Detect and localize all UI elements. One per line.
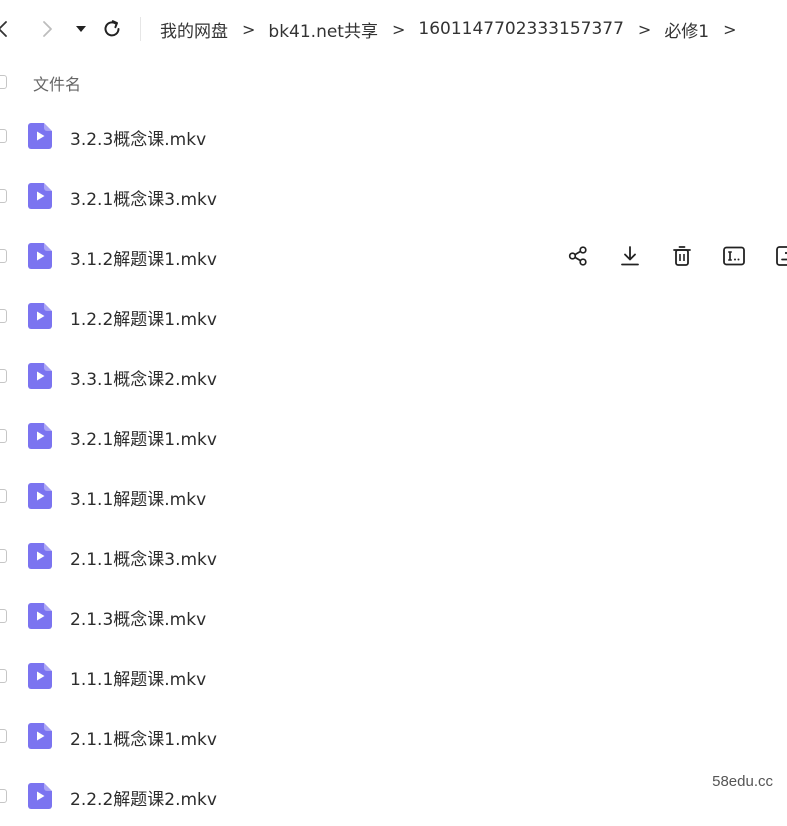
share-icon <box>568 246 587 266</box>
video-file-icon <box>28 783 52 809</box>
file-select-checkbox[interactable] <box>0 549 7 563</box>
video-file-icon <box>28 303 52 329</box>
file-name: 3.2.3概念课.mkv <box>70 130 207 150</box>
refresh-icon <box>104 20 120 37</box>
download-button[interactable] <box>616 243 644 269</box>
file-select-checkbox[interactable] <box>0 369 7 383</box>
file-row[interactable]: 2.1.1概念课1.mkv <box>0 706 787 766</box>
toolbar-divider <box>140 17 141 41</box>
file-list-header: 文件名 <box>0 62 787 102</box>
file-row[interactable]: 3.1.2解题课1.mkv <box>0 226 787 286</box>
breadcrumb-item-my-drive[interactable]: 我的网盘 <box>160 17 228 42</box>
video-file-icon <box>28 723 52 749</box>
file-name: 2.1.3概念课.mkv <box>70 610 207 630</box>
file-name: 3.1.1解题课.mkv <box>70 490 207 510</box>
chevron-right-icon <box>43 21 52 37</box>
file-select-checkbox[interactable] <box>0 789 7 803</box>
file-row[interactable]: 2.1.1概念课3.mkv <box>0 526 787 586</box>
file-name: 2.1.1概念课1.mkv <box>70 730 217 750</box>
refresh-button[interactable] <box>99 15 125 43</box>
back-button[interactable] <box>0 15 16 43</box>
delete-button[interactable] <box>668 243 696 269</box>
file-row[interactable]: 3.3.1概念课2.mkv <box>0 346 787 406</box>
file-row[interactable]: 1.1.1解题课.mkv <box>0 646 787 706</box>
file-name: 3.1.2解题课1.mkv <box>70 250 217 270</box>
breadcrumb-item-shared[interactable]: bk41.net共享 <box>268 17 378 42</box>
file-select-checkbox[interactable] <box>0 429 7 443</box>
file-name: 2.1.1概念课3.mkv <box>70 550 217 570</box>
video-file-icon <box>28 363 52 389</box>
file-select-checkbox[interactable] <box>0 189 7 203</box>
file-select-checkbox[interactable] <box>0 669 7 683</box>
breadcrumb: 我的网盘 > bk41.net共享 > 1601147702333157377 … <box>160 17 750 42</box>
file-name: 3.2.1解题课1.mkv <box>70 430 217 450</box>
video-file-icon <box>28 423 52 449</box>
file-row[interactable]: 1.2.2解题课1.mkv <box>0 286 787 346</box>
more-button[interactable] <box>772 243 787 269</box>
file-name: 3.3.1概念课2.mkv <box>70 370 217 390</box>
video-file-icon <box>28 483 52 509</box>
history-dropdown-button[interactable] <box>68 15 94 43</box>
select-all-checkbox[interactable] <box>0 75 7 89</box>
rename-icon <box>723 246 745 266</box>
forward-button[interactable] <box>34 15 60 43</box>
file-list: 3.2.3概念课.mkv 3.2.1概念课3.mkv 3.1.2解题课1.mkv… <box>0 106 787 826</box>
file-name: 1.2.2解题课1.mkv <box>70 310 217 330</box>
breadcrumb-separator: > <box>723 19 737 39</box>
breadcrumb-item-folder-id[interactable]: 1601147702333157377 <box>418 19 624 39</box>
breadcrumb-separator: > <box>391 19 406 39</box>
file-row[interactable]: 3.1.1解题课.mkv <box>0 466 787 526</box>
breadcrumb-item-current-folder[interactable]: 必修1 <box>664 17 709 42</box>
more-icon <box>776 246 787 266</box>
video-file-icon <box>28 543 52 569</box>
caret-down-icon <box>76 26 86 32</box>
file-name: 2.2.2解题课2.mkv <box>70 790 217 810</box>
breadcrumb-separator: > <box>242 19 256 39</box>
video-file-icon <box>28 243 52 269</box>
file-select-checkbox[interactable] <box>0 489 7 503</box>
breadcrumb-separator: > <box>637 19 652 39</box>
file-row[interactable]: 2.1.3概念课.mkv <box>0 586 787 646</box>
video-file-icon <box>28 123 52 149</box>
file-select-checkbox[interactable] <box>0 609 7 623</box>
download-icon <box>621 246 639 266</box>
file-name: 1.1.1解题课.mkv <box>70 670 207 690</box>
file-name: 3.2.1概念课3.mkv <box>70 190 217 210</box>
video-file-icon <box>28 183 52 209</box>
file-row[interactable]: 3.2.1概念课3.mkv <box>0 166 787 226</box>
video-file-icon <box>28 603 52 629</box>
file-select-checkbox[interactable] <box>0 309 7 323</box>
file-row[interactable]: 3.2.1解题课1.mkv <box>0 406 787 466</box>
share-button[interactable] <box>564 243 592 269</box>
file-select-checkbox[interactable] <box>0 129 7 143</box>
file-row[interactable]: 2.2.2解题课2.mkv <box>0 766 787 826</box>
row-action-bar <box>564 243 787 269</box>
chevron-left-icon <box>0 21 7 37</box>
rename-button[interactable] <box>720 243 748 269</box>
file-row[interactable]: 3.2.3概念课.mkv <box>0 106 787 166</box>
delete-icon <box>673 246 691 266</box>
file-select-checkbox[interactable] <box>0 249 7 263</box>
file-select-checkbox[interactable] <box>0 729 7 743</box>
watermark-text: 58edu.cc <box>712 773 773 790</box>
video-file-icon <box>28 663 52 689</box>
column-header-filename[interactable]: 文件名 <box>33 71 81 95</box>
top-navigation-bar: 我的网盘 > bk41.net共享 > 1601147702333157377 … <box>0 0 787 58</box>
